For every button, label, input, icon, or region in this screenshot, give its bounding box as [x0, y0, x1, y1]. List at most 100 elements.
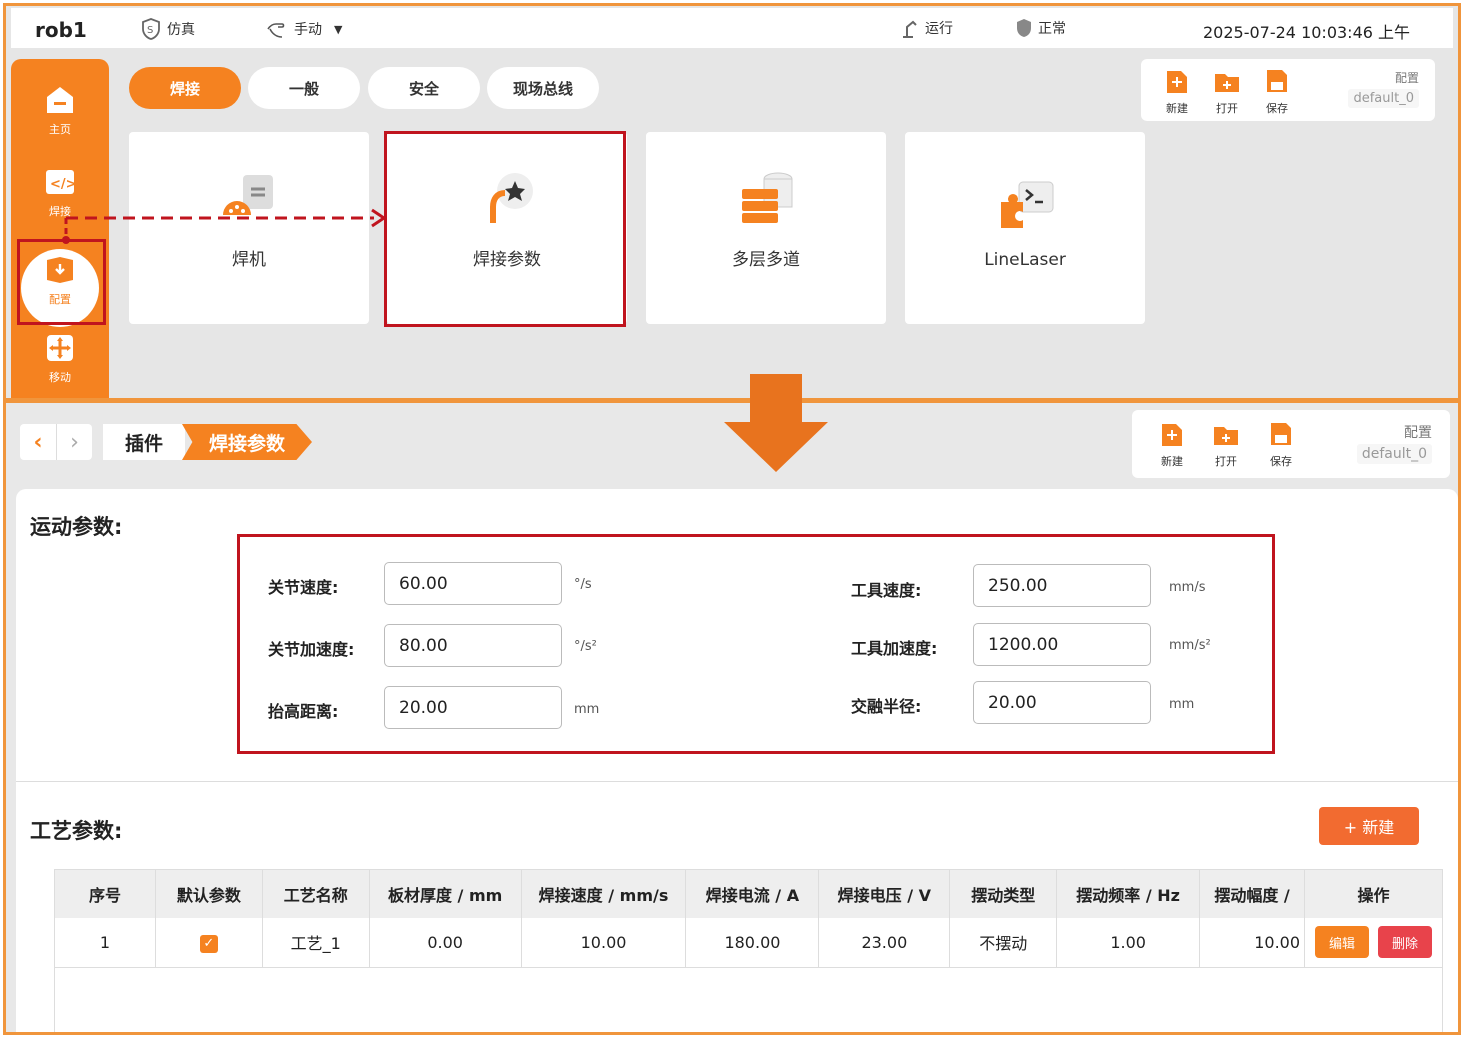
home-icon [47, 87, 73, 113]
shield-s-icon: S [142, 18, 160, 40]
save-icon [1271, 423, 1291, 445]
card-label-linelaser: LineLaser [984, 250, 1066, 270]
config-toolbar-bottom: 新建 打开 保存 配置 default_0 [1132, 410, 1450, 478]
open-label: 打开 [1216, 102, 1238, 115]
save-label: 保存 [1266, 102, 1288, 115]
new-config-button[interactable]: 新建 [1157, 67, 1197, 116]
card-multilayer[interactable]: 多层多道 [646, 132, 886, 324]
label-joint-accel: 关节加速度: [268, 640, 355, 659]
run-label: 运行 [925, 21, 953, 37]
col-default: 默认参数 [155, 869, 263, 918]
nav-buttons: ‹ › [20, 424, 92, 460]
hand-icon [267, 23, 285, 38]
tab-general[interactable]: 一般 [248, 67, 360, 109]
joint-accel-input[interactable]: 80.00 [384, 624, 562, 667]
top-header: rob1 S 仿真 手动 ▼ 运行 正常 2025-07-24 10:03:46… [11, 8, 1453, 48]
back-icon[interactable]: ‹ [20, 424, 56, 460]
add-process-button[interactable]: + 新建 [1319, 807, 1419, 845]
config-label: 配置 [1404, 425, 1432, 441]
new-config-button[interactable]: 新建 [1152, 420, 1192, 469]
breadcrumb-current: 焊接参数 [182, 424, 312, 460]
col-voltage: 焊接电压 / V [818, 869, 951, 918]
open-config-button[interactable]: 打开 [1207, 67, 1247, 116]
datetime: 2025-07-24 10:03:46 上午 [1203, 23, 1411, 42]
content-panel: 运动参数: 关节速度: 60.00 °/s 关节加速度: 80.00 °/s² … [16, 489, 1458, 1033]
table-header-row: 序号 默认参数 工艺名称 板材厚度 / mm 焊接速度 / mm/s 焊接电流 … [54, 869, 1443, 918]
move-icon [47, 335, 73, 361]
cell-actions: 编辑 删除 [1304, 917, 1443, 968]
col-weave-amp: 摆动幅度 / [1199, 869, 1306, 918]
svg-text:</>: </> [50, 177, 76, 192]
divider [16, 781, 1458, 782]
default-checkbox[interactable]: ✓ [199, 934, 218, 953]
col-actions: 操作 [1304, 869, 1443, 918]
normal-label: 正常 [1038, 21, 1066, 37]
process-table: 序号 默认参数 工艺名称 板材厚度 / mm 焊接速度 / mm/s 焊接电流 … [54, 869, 1443, 1033]
robot-name: rob1 [35, 18, 87, 42]
new-file-icon [1162, 424, 1182, 446]
config-value[interactable]: default_0 [1348, 89, 1419, 108]
unit-blend: mm [1169, 697, 1195, 712]
run-status: 运行 [899, 17, 953, 39]
tab-safety[interactable]: 安全 [368, 67, 480, 109]
col-weave-freq: 摆动频率 / Hz [1056, 869, 1201, 918]
table-empty-area [55, 968, 1443, 1033]
manual-label: 手动 [294, 22, 322, 38]
tool-accel-input[interactable]: 1200.00 [973, 623, 1151, 666]
bottom-screenshot: ‹ › 插件 焊接参数 新建 打开 保存 配置 default_0 运动参数: … [3, 400, 1461, 1035]
open-config-button[interactable]: 打开 [1206, 420, 1246, 469]
sim-label: 仿真 [167, 22, 195, 38]
col-weave-type: 摆动类型 [949, 869, 1058, 918]
motion-title: 运动参数: [30, 515, 123, 539]
card-linelaser[interactable]: LineLaser [905, 132, 1145, 324]
annotation-arrow [62, 208, 387, 244]
cell-speed: 10.00 [521, 917, 687, 968]
cell-weave-amp: 10.00 [1199, 917, 1306, 968]
tab-fieldbus[interactable]: 现场总线 [487, 67, 599, 109]
safety-status: 正常 [1014, 17, 1066, 39]
sidebar-item-home[interactable]: 主页 [11, 85, 109, 137]
col-index: 序号 [54, 869, 156, 918]
blend-radius-input[interactable]: 20.00 [973, 681, 1151, 724]
col-name: 工艺名称 [262, 869, 370, 918]
label-blend: 交融半径: [851, 697, 922, 716]
shield-icon [1017, 19, 1031, 37]
save-label: 保存 [1270, 455, 1292, 468]
table-row[interactable]: 1 ✓ 工艺_1 0.00 10.00 180.00 23.00 不摆动 1.0… [54, 917, 1443, 968]
chevron-down-icon: ▼ [334, 22, 343, 36]
sidebar-item-move[interactable]: 移动 [11, 333, 109, 385]
unit-lift: mm [574, 702, 600, 717]
label-tool-accel: 工具加速度: [851, 639, 938, 658]
label-joint-speed: 关节速度: [268, 578, 339, 597]
tool-speed-input[interactable]: 250.00 [973, 564, 1151, 607]
breadcrumb-plugin[interactable]: 插件 [103, 424, 185, 460]
joint-speed-input[interactable]: 60.00 [384, 562, 562, 605]
label-tool-speed: 工具速度: [851, 581, 922, 600]
new-file-icon [1167, 71, 1187, 93]
save-config-button[interactable]: 保存 [1261, 420, 1301, 469]
delete-button[interactable]: 删除 [1378, 926, 1433, 959]
edit-button[interactable]: 编辑 [1314, 926, 1369, 959]
forward-icon[interactable]: › [56, 424, 92, 460]
cell-thickness: 0.00 [369, 917, 522, 968]
cell-name: 工艺_1 [262, 917, 370, 968]
config-toolbar-top: 新建 打开 保存 配置 default_0 [1141, 59, 1435, 121]
layers-icon [742, 172, 793, 223]
plugin-terminal-icon [1001, 181, 1054, 228]
col-thickness: 板材厚度 / mm [369, 869, 522, 918]
tab-weld[interactable]: 焊接 [129, 67, 241, 109]
top-screenshot: rob1 S 仿真 手动 ▼ 运行 正常 2025-07-24 10:03:46… [3, 3, 1461, 401]
manual-mode-dropdown[interactable]: 手动 ▼ [264, 17, 342, 41]
unit-tool-accel: mm/s² [1169, 638, 1211, 653]
new-label: 新建 [1161, 455, 1183, 468]
robot-arm-icon [903, 20, 917, 38]
save-icon [1267, 70, 1287, 92]
cell-weave-type: 不摆动 [949, 917, 1058, 968]
process-title: 工艺参数: [30, 819, 123, 843]
folder-icon [1215, 74, 1239, 92]
lift-distance-input[interactable]: 20.00 [384, 686, 562, 729]
config-value[interactable]: default_0 [1356, 444, 1432, 464]
save-config-button[interactable]: 保存 [1257, 67, 1297, 116]
cell-weave-freq: 1.00 [1056, 917, 1201, 968]
sim-mode[interactable]: S 仿真 [139, 17, 195, 41]
